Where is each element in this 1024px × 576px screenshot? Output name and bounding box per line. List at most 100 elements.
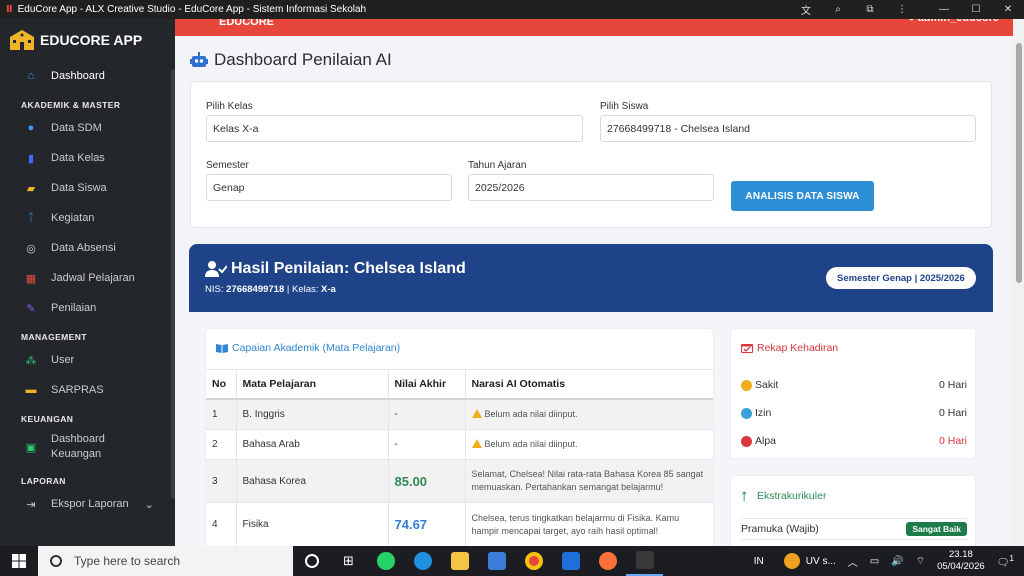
student-icon: ▰ (26, 182, 36, 195)
narrative-text: Belum ada nilai diinput. (484, 408, 578, 419)
weather-icon[interactable] (783, 553, 800, 569)
app-logo-icon: Ⅱ (6, 4, 13, 15)
window-titlebar: Ⅱ EduCore App - ALX Creative Studio - Ed… (0, 0, 1024, 19)
sidebar-item-data-absensi[interactable]: ◎ Data Absensi (0, 233, 175, 263)
language-indicator[interactable]: IN (754, 556, 764, 567)
result-title-text: Hasil Penilaian: Chelsea Island (231, 260, 466, 277)
calendar-icon: ▦ (25, 272, 37, 285)
task-view-button[interactable] (293, 546, 330, 576)
sidebar-item-data-sdm[interactable]: ● Data SDM (0, 113, 175, 143)
start-button[interactable] (0, 546, 38, 576)
mail-button[interactable] (552, 546, 589, 576)
sidebar-item-data-kelas[interactable]: ▮ Data Kelas (0, 143, 175, 173)
row-score: - (388, 429, 466, 460)
sidebar-brand[interactable]: EDUCORE APP (0, 19, 175, 61)
fingerprint-icon: ◎ (26, 242, 36, 255)
notification-icon[interactable]: 🗨1 (997, 553, 1014, 568)
table-row: 2 Bahasa Arab - Belum ada nilai diinput. (206, 429, 713, 460)
row-no: 3 (206, 459, 237, 503)
table-row: 1 B. Inggris - Belum ada nilai diinput. (206, 398, 713, 430)
chevron-down-icon[interactable]: ⌄ (145, 498, 154, 511)
brand-label: EDUCORE APP (40, 32, 143, 48)
clock-time: 23.18 (948, 549, 973, 560)
kelas-select[interactable]: Kelas X-a (206, 115, 583, 142)
sidebar-item-dashboard[interactable]: ⌂ Dashboard (0, 61, 175, 91)
extracurricular-row: Pramuka (Wajib) Sangat Baik (741, 518, 967, 540)
explorer-button[interactable] (441, 546, 478, 576)
sidebar-item-kegiatan[interactable]: ᛏ Kegiatan (0, 203, 175, 233)
educore-taskbar-button[interactable] (626, 546, 663, 576)
col-no: No (206, 369, 237, 400)
row-narrative: Chelsea, terus tingkatkan belajarmu di F… (465, 502, 713, 547)
whatsapp-icon (376, 552, 395, 570)
notification-count: 1 (1009, 553, 1014, 564)
academic-card: Capaian Akademik (Mata Pelajaran) No Mat… (205, 328, 714, 554)
times-circle-icon (741, 435, 752, 447)
zoom-icon[interactable]: ⌕ (822, 4, 854, 15)
page-title: Dashboard Penilaian AI (190, 50, 392, 70)
sidebar-item-penilaian[interactable]: ✎ Penilaian (0, 293, 175, 323)
row-narrative: Selamat, Chelsea! Nilai rata-rata Bahasa… (465, 459, 713, 503)
store-button[interactable] (478, 546, 515, 576)
school-icon (10, 30, 34, 50)
page-scrollbar-thumb[interactable] (1016, 43, 1022, 283)
extracurricular-title-text: Ekstrakurikuler (757, 490, 827, 502)
sidebar-item-jadwal-pelajaran[interactable]: ▦ Jadwal Pelajaran (0, 263, 175, 293)
sidebar-item-label: Dashboard Keuangan (51, 433, 105, 460)
taskbar-search[interactable]: Type here to search (38, 546, 293, 576)
chevron-up-icon[interactable]: ︿ (848, 554, 858, 569)
more-icon[interactable]: ⋮ (886, 4, 918, 15)
pen-icon: ✎ (26, 302, 36, 315)
edge-icon (413, 552, 432, 570)
edge-button[interactable] (404, 546, 441, 576)
sidebar-scrollbar[interactable] (171, 69, 175, 499)
sidebar-item-data-siswa[interactable]: ▰ Data Siswa (0, 173, 175, 203)
sidebar-nav: ⌂ Dashboard AKADEMIK & MASTER ● Data SDM ▮ Dat… (0, 61, 175, 519)
row-no: 2 (206, 429, 237, 460)
attendance-value: 0 Hari (938, 407, 967, 419)
sidebar-item-label: Data SDM (51, 122, 102, 134)
sidebar: EDUCORE APP ⌂ Dashboard AKADEMIK & MASTER ●… (0, 19, 175, 546)
siswa-select[interactable]: 27668499718 - Chelsea Island (600, 115, 976, 142)
result-header: Hasil Penilaian: Chelsea Island NIS: 276… (189, 244, 993, 312)
kelas-info-value: X-a (321, 284, 336, 295)
clock[interactable]: 23.18 05/04/2026 (937, 549, 985, 573)
tahun-select[interactable]: 2025/2026 (468, 174, 714, 201)
nis-label: NIS: (205, 284, 224, 295)
result-title: Hasil Penilaian: Chelsea Island (205, 260, 466, 278)
sidebar-item-label: Kegiatan (51, 212, 95, 224)
row-score: 85.00 (388, 459, 466, 503)
score-value: - (394, 439, 398, 450)
user-name: admin_educore (918, 19, 999, 24)
attendance-title-text: Rekap Kehadiran (757, 342, 839, 354)
network-icon[interactable]: ▭ (870, 556, 879, 567)
close-button[interactable]: ✕ (992, 4, 1024, 15)
widgets-button[interactable]: ⊞ (330, 546, 367, 576)
weather-text[interactable]: UV s... (806, 556, 836, 567)
sidebar-item-sarpras[interactable]: ▬ SARPRAS (0, 375, 175, 405)
whatsapp-button[interactable] (367, 546, 404, 576)
wifi-icon[interactable]: ⌔ (916, 555, 925, 568)
sidebar-item-user[interactable]: ⁂ User (0, 345, 175, 375)
page-scrollbar[interactable] (1013, 19, 1024, 546)
user-check-icon (205, 261, 227, 277)
score-value: 85.00 (394, 473, 428, 489)
attendance-value: 0 Hari (938, 435, 967, 447)
volume-icon[interactable]: 🔊 (891, 556, 903, 567)
medkit-icon (741, 379, 752, 391)
maximize-button[interactable]: ☐ (960, 4, 992, 15)
col-narrative: Narasi AI Otomatis (465, 369, 713, 400)
analyze-button[interactable]: ANALISIS DATA SISWA (731, 181, 874, 211)
sidebar-item-label: Data Absensi (51, 242, 116, 254)
translate-icon[interactable]: 文 (790, 2, 822, 17)
minimize-button[interactable]: — (928, 4, 960, 15)
firefox-button[interactable] (589, 546, 626, 576)
sidebar-item-dashboard-keuangan[interactable]: ▣ Dashboard Keuangan (0, 427, 175, 467)
sidebar-item-ekspor-laporan[interactable]: ⇥ Ekspor Laporan ⌄ (0, 489, 175, 519)
academic-title: Capaian Akademik (Mata Pelajaran) (216, 342, 400, 354)
semester-select[interactable]: Genap (206, 174, 452, 201)
user-menu[interactable]: ● admin_educore (908, 19, 999, 24)
extension-icon[interactable]: ⧉ (854, 4, 886, 15)
row-subject: Bahasa Arab (236, 429, 389, 460)
chrome-button[interactable] (515, 546, 552, 576)
